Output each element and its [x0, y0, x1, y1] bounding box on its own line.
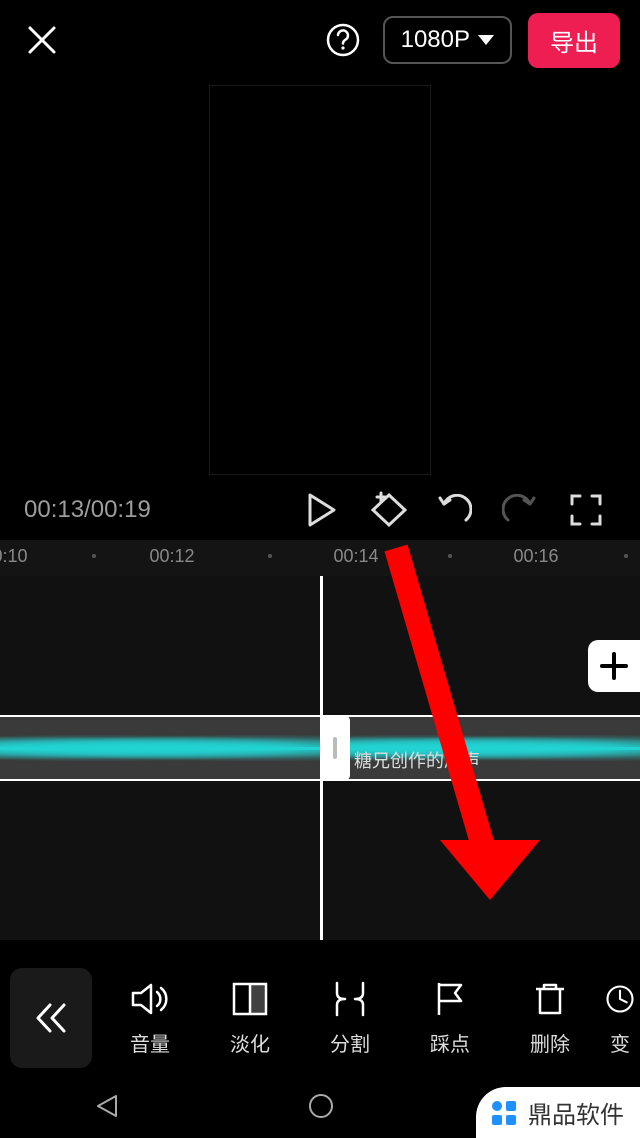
help-icon	[325, 22, 361, 58]
tool-label: 变	[610, 1028, 630, 1057]
ruler-tick: 0:10	[0, 546, 28, 567]
watermark: 鼎品软件	[476, 1087, 640, 1138]
tool-volume[interactable]: 音量	[100, 958, 200, 1078]
ruler-tick: 00:14	[333, 546, 378, 567]
keyframe-button[interactable]	[358, 480, 418, 540]
timeline-ruler[interactable]: 0:10 00:12 00:14 00:16	[0, 540, 640, 576]
redo-icon	[502, 494, 538, 526]
back-button[interactable]	[10, 968, 92, 1068]
undo-button[interactable]	[424, 480, 484, 540]
ruler-tick: 00:16	[513, 546, 558, 567]
clip-handle[interactable]	[320, 715, 350, 781]
tool-label: 踩点	[430, 1028, 470, 1057]
help-button[interactable]	[323, 20, 363, 60]
close-button[interactable]	[20, 18, 64, 62]
time-display: 00:13/00:19	[24, 496, 151, 524]
split-icon	[331, 980, 369, 1018]
video-frame[interactable]	[209, 85, 431, 475]
circle-home-icon	[307, 1092, 335, 1120]
export-button[interactable]: 导出	[528, 13, 620, 68]
total-time: 00:19	[91, 496, 151, 523]
playback-bar: 00:13/00:19	[0, 480, 640, 540]
fullscreen-icon	[570, 494, 602, 526]
top-bar: 1080P 导出	[0, 0, 640, 80]
close-icon	[26, 24, 58, 56]
watermark-text: 鼎品软件	[528, 1095, 624, 1130]
audio-clip-label: 糖兄创作的原声	[354, 747, 480, 773]
ruler-dot	[268, 554, 272, 558]
flag-icon	[431, 980, 469, 1018]
ruler-dot	[448, 554, 452, 558]
keyframe-icon	[367, 491, 409, 529]
tool-bar: 音量 淡化 分割 踩点 删除 变	[0, 958, 640, 1078]
redo-button[interactable]	[490, 480, 550, 540]
play-icon	[307, 493, 337, 527]
tool-beat[interactable]: 踩点	[400, 958, 500, 1078]
audio-clip-right[interactable]: 糖兄创作的原声	[320, 717, 640, 779]
tool-fade[interactable]: 淡化	[200, 958, 300, 1078]
tool-label: 删除	[530, 1028, 570, 1057]
ruler-dot	[624, 554, 628, 558]
fade-icon	[231, 980, 269, 1018]
current-time: 00:13	[24, 496, 84, 523]
tool-split[interactable]: 分割	[300, 958, 400, 1078]
undo-icon	[436, 494, 472, 526]
watermark-logo-icon	[488, 1097, 520, 1129]
trash-icon	[531, 980, 569, 1018]
tool-label: 分割	[330, 1028, 370, 1057]
tool-label: 音量	[130, 1028, 170, 1057]
video-preview	[0, 80, 640, 480]
fullscreen-button[interactable]	[556, 480, 616, 540]
timeline[interactable]: 0:10 00:12 00:14 00:16 糖兄创作的原声	[0, 540, 640, 940]
nav-home-button[interactable]	[307, 1092, 335, 1125]
volume-icon	[131, 980, 169, 1018]
playhead[interactable]	[320, 576, 323, 940]
audio-clip-left[interactable]	[0, 717, 320, 779]
triangle-back-icon	[94, 1093, 120, 1119]
tool-speed[interactable]: 变	[600, 958, 640, 1078]
speed-icon	[601, 980, 639, 1018]
play-button[interactable]	[292, 480, 352, 540]
resolution-dropdown[interactable]: 1080P	[383, 16, 512, 64]
ruler-tick: 00:12	[149, 546, 194, 567]
plus-icon	[599, 651, 629, 681]
add-track-button[interactable]	[588, 640, 640, 692]
resolution-label: 1080P	[401, 26, 470, 54]
tool-label: 淡化	[230, 1028, 270, 1057]
chevron-double-left-icon	[32, 1001, 70, 1035]
ruler-dot	[92, 554, 96, 558]
chevron-down-icon	[478, 35, 494, 45]
nav-back-button[interactable]	[94, 1093, 120, 1124]
tool-delete[interactable]: 删除	[500, 958, 600, 1078]
